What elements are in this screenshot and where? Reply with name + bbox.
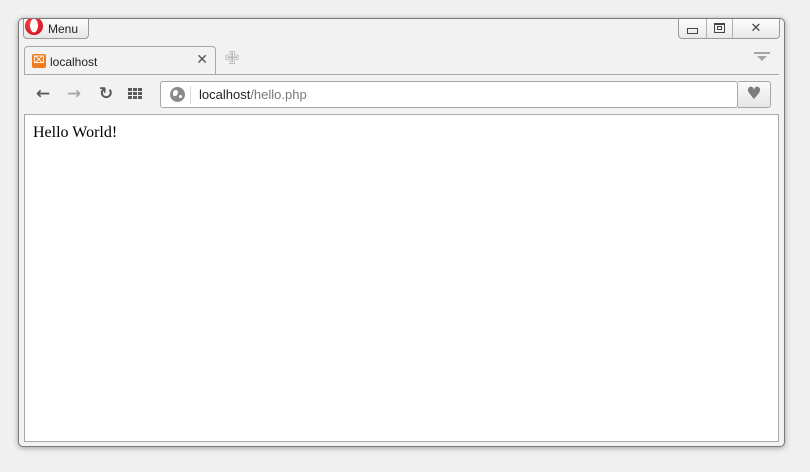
- window-close-icon: ✕: [750, 20, 762, 36]
- url-text[interactable]: localhost/hello.php: [199, 87, 307, 102]
- opera-logo-icon: [25, 19, 43, 35]
- restore-icon: [714, 23, 725, 33]
- favorite-button[interactable]: ♥: [738, 81, 771, 108]
- forward-icon[interactable]: →: [65, 85, 83, 103]
- back-icon[interactable]: ←: [34, 85, 52, 103]
- tab-menu-icon[interactable]: [754, 52, 770, 66]
- window-close-button[interactable]: ✕: [733, 19, 779, 38]
- address-bar[interactable]: localhost/hello.php: [160, 81, 738, 108]
- xampp-favicon-icon: ⌧: [32, 54, 46, 68]
- reload-icon[interactable]: ↻: [97, 85, 115, 103]
- window-controls: ✕: [678, 19, 780, 39]
- menu-button[interactable]: Menu: [23, 19, 89, 39]
- tab-title: localhost: [50, 55, 98, 69]
- page-text: Hello World!: [33, 124, 118, 141]
- address-separator: [190, 86, 191, 104]
- heart-icon: ♥: [746, 84, 762, 104]
- globe-icon[interactable]: [170, 87, 185, 102]
- menu-label: Menu: [48, 22, 79, 36]
- toolbar: ← → ↻ localhost/hello.php ♥: [24, 74, 779, 114]
- tab-localhost[interactable]: ⌧ localhost ✕: [24, 46, 216, 74]
- new-tab-icon[interactable]: ✙: [224, 50, 240, 68]
- url-path: /hello.php: [250, 87, 307, 102]
- page-content: Hello World!: [24, 114, 779, 442]
- tab-close-icon[interactable]: ✕: [196, 52, 208, 68]
- minimize-button[interactable]: [679, 19, 707, 38]
- url-host: localhost: [199, 87, 251, 102]
- maximize-button[interactable]: [707, 19, 733, 38]
- speed-dial-icon[interactable]: [128, 88, 142, 100]
- minimize-icon: [687, 28, 698, 34]
- browser-window: Menu ✕ ⌧ localhost ✕ ✙ ← → ↻ localhost/h…: [18, 18, 785, 447]
